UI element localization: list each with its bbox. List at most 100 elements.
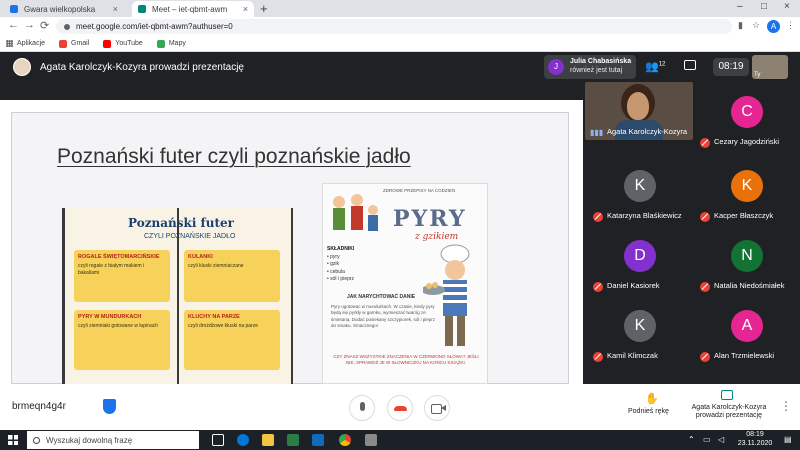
mail-icon[interactable] [312, 434, 324, 446]
book-subtitle: CZYLI POZNAŃSKIE JADŁO [144, 233, 236, 240]
participant-tile[interactable]: C Cezary Jagodziński [692, 92, 800, 150]
security-shield-icon[interactable] [103, 399, 116, 414]
chrome-icon[interactable] [339, 434, 351, 446]
bookmark-apps[interactable]: Aplikacje [6, 40, 45, 47]
bookmarks-bar: Aplikacje Gmail YouTube Mapy [0, 36, 800, 52]
reload-icon[interactable]: ⟳ [40, 19, 49, 32]
poster-title: PYRY [393, 206, 467, 232]
join-text: również jest tutaj [570, 67, 623, 74]
join-name: Julia Chabasińska [570, 58, 632, 65]
participant-face [627, 92, 649, 120]
pyry-poster-image: ZDROWE PRZEPISY NA CODZIEŃ PYRY z gzikie… [322, 183, 488, 384]
bookmark-maps[interactable]: Mapy [156, 39, 186, 48]
participants-button[interactable]: 👥12 [645, 60, 665, 73]
camera-button[interactable] [424, 395, 450, 421]
close-icon[interactable]: × [113, 4, 118, 14]
participant-tile[interactable]: K Kamil Klimczak [585, 306, 693, 364]
slide: Poznański futer czyli poznańskie jadło P… [11, 112, 569, 384]
leave-call-button[interactable] [387, 395, 413, 421]
chat-icon[interactable] [684, 60, 696, 70]
camera-indicator-icon[interactable]: ▮ [738, 20, 743, 31]
store-icon[interactable] [287, 434, 299, 446]
card-head: KULANKI [188, 254, 213, 260]
card-text: czyli ziemniaki gotowane w łupinach [78, 323, 159, 330]
tray-arrow-icon[interactable]: ⌃ [688, 435, 695, 444]
stage-top-band [0, 82, 583, 100]
avatar: K [624, 170, 656, 202]
ingredient: sól i pieprz [330, 276, 355, 282]
self-view[interactable]: Ty [752, 55, 788, 79]
slide-title: Poznański futer czyli poznańskie jadło [57, 145, 411, 168]
taskbar-search[interactable]: Wyszukaj dowolną frazę [27, 431, 199, 449]
file-explorer-icon[interactable] [262, 434, 274, 446]
task-view-icon[interactable] [212, 434, 224, 446]
ingredient: cebula [330, 268, 345, 275]
meet-controls-bar: brmeqn4g4r ✋ Podnieś rękę Agata Karolczy… [0, 384, 800, 430]
app-icon[interactable] [365, 434, 377, 446]
card-text: czyli drożdżowe kluski na parze [188, 323, 259, 330]
windows-taskbar: Wyszukaj dowolną frazę ⌃ ▭ ◁ 08:19 23.11… [0, 430, 800, 450]
participant-name: Daniel Kasiorek [607, 281, 660, 290]
windows-start-icon[interactable] [8, 435, 18, 445]
avatar: N [731, 240, 763, 272]
book-image: Poznański futer CZYLI POZNAŃSKIE JADŁO R… [62, 208, 293, 384]
menu-icon[interactable]: ⋮ [786, 20, 795, 31]
youtube-icon [103, 39, 112, 48]
howto-label: JAK NARYCHTOWAĆ DANIE [347, 294, 416, 300]
browser-tabstrip: Gwara wielkopolska × Meet – iet-qbmt-awm… [0, 0, 800, 17]
profile-avatar[interactable]: A [767, 20, 780, 33]
bookmark-youtube[interactable]: YouTube [103, 39, 143, 48]
mic-muted-icon [700, 282, 710, 292]
mic-muted-icon [593, 282, 603, 292]
edge-icon[interactable] [237, 434, 249, 446]
bookmark-gmail[interactable]: Gmail [59, 39, 90, 48]
participant-tile[interactable]: A Alan Trzmielewski [692, 306, 800, 364]
participant-tile[interactable]: D Daniel Kasiorek [585, 236, 693, 294]
star-icon[interactable]: ☆ [752, 20, 760, 31]
participant-tile[interactable]: K Katarzyna Blaśkiewicz [585, 166, 693, 224]
volume-icon[interactable]: ◁ [718, 435, 724, 444]
participant-tile[interactable]: N Natalia Niedośmiałek [692, 236, 800, 294]
taskbar-clock[interactable]: 08:19 23.11.2020 [735, 431, 775, 449]
participant-tile[interactable]: K Kacper Błaszczyk [692, 166, 800, 224]
notifications-icon[interactable]: ▤ [784, 435, 792, 444]
close-window-icon[interactable]: × [784, 1, 790, 12]
network-icon[interactable]: ▭ [703, 435, 711, 444]
presenting-icon[interactable] [721, 390, 733, 400]
raise-hand-icon[interactable]: ✋ [634, 392, 670, 405]
presenter-avatar [13, 58, 31, 76]
participant-name: Agata Karolczyk-Kozyra [607, 127, 688, 136]
participant-tile[interactable]: ▮▮▮ Agata Karolczyk-Kozyra [585, 82, 693, 140]
meeting-code[interactable]: brmeqn4g4r [12, 401, 66, 412]
tab-label: Gwara wielkopolska [24, 4, 96, 14]
speaking-icon: ▮▮▮ [590, 128, 604, 137]
self-label: Ty [754, 72, 761, 78]
minimize-icon[interactable]: – [737, 1, 743, 12]
avatar: C [731, 96, 763, 128]
avatar: J [548, 59, 564, 75]
bookmark-label: Aplikacje [17, 40, 46, 47]
participant-name: Cezary Jagodziński [714, 137, 780, 146]
taskbar-date: 23.11.2020 [737, 439, 773, 447]
presenting-label[interactable]: Agata Karolczyk-Kozyra prowadzi prezenta… [690, 404, 768, 421]
bookmark-label: Gmail [71, 40, 90, 47]
maximize-icon[interactable]: □ [761, 1, 767, 12]
back-icon[interactable]: ← [8, 19, 19, 31]
meet-favicon-icon [138, 5, 146, 13]
food-card: KLUCHY NA PARZE czyli drożdżowe kluski na… [184, 310, 280, 370]
presentation-stage: Poznański futer czyli poznańskie jadło P… [0, 82, 583, 384]
forward-icon[interactable]: → [24, 19, 35, 31]
close-icon[interactable]: × [243, 4, 248, 14]
participant-grid: ▮▮▮ Agata Karolczyk-Kozyra C Cezary Jago… [583, 82, 800, 384]
raise-hand-label[interactable]: Podnieś rękę [628, 408, 669, 415]
food-card: ROGALE ŚWIĘTOMARCIŃSKIE czyli rogale z bi… [74, 250, 170, 302]
new-tab-button[interactable]: + [260, 1, 268, 16]
meeting-clock: 08:19 [713, 58, 749, 76]
more-options-icon[interactable]: ⋮ [780, 399, 792, 413]
url-field[interactable]: meet.google.com/iet-qbmt-awm?authuser=0 [56, 19, 732, 34]
microphone-button[interactable] [349, 395, 375, 421]
tab-meet[interactable]: Meet – iet-qbmt-awm × [132, 1, 254, 17]
tab-gwara-wielkopolska[interactable]: Gwara wielkopolska × [4, 1, 124, 17]
taskbar-time: 08:19 [746, 431, 764, 438]
lock-icon [64, 23, 70, 30]
